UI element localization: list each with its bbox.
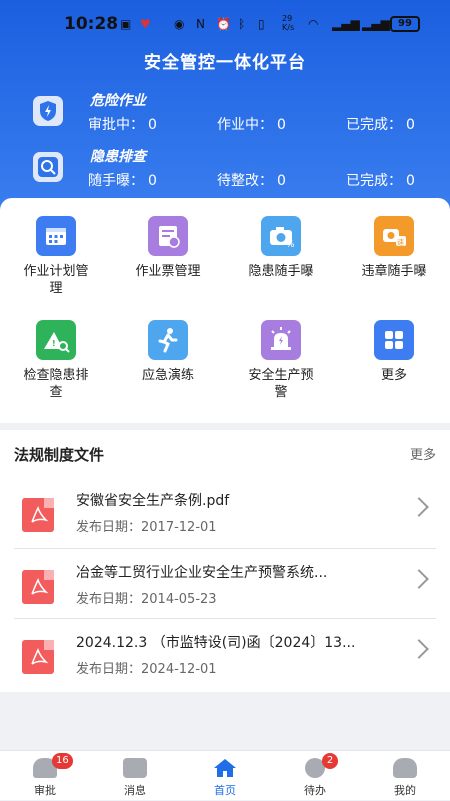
grid-item-violation-report[interactable]: 速 违章随手曝 bbox=[338, 216, 450, 280]
grid-item-hazard-inspection[interactable]: ! 检查隐患排查 bbox=[0, 320, 112, 401]
signal-icon-1: ▂▄▆ bbox=[332, 17, 360, 31]
grid-label: 检查隐患排查 bbox=[23, 368, 89, 400]
calendar-icon bbox=[36, 216, 76, 256]
pdf-icon bbox=[22, 640, 54, 674]
svg-text:!: ! bbox=[52, 339, 56, 348]
tab-profile[interactable]: 我的 bbox=[360, 751, 450, 801]
tab-label: 消息 bbox=[124, 784, 146, 797]
tab-messages[interactable]: 消息 bbox=[90, 751, 180, 801]
grid-item-hazard-report[interactable]: % 隐患随手曝 bbox=[225, 216, 337, 280]
grid-label: 应急演练 bbox=[141, 368, 194, 383]
signal-icon-2: ▂▄▆ bbox=[362, 17, 390, 31]
alarm-icon: ⏰ bbox=[216, 17, 231, 31]
profile-icon bbox=[393, 758, 417, 778]
status-time: 10:28 bbox=[64, 14, 119, 34]
stat-reported[interactable]: 随手曝： 0 bbox=[88, 170, 157, 190]
section-dangerous-work[interactable]: 危险作业 审批中： 0 作业中： 0 已完成： 0 bbox=[0, 90, 450, 140]
tab-approval[interactable]: 审批 16 bbox=[0, 751, 90, 801]
doc-name: 安徽省安全生产条例.pdf bbox=[76, 493, 230, 509]
search-icon bbox=[33, 152, 63, 182]
doc-item[interactable]: 2024.12.3 （市监特设(司)函〔2024〕13... 发布日期：2024… bbox=[0, 620, 450, 690]
vibrate-icon: ▯ bbox=[258, 17, 265, 31]
grid-label: 违章随手曝 bbox=[361, 264, 427, 279]
doc-date: 发布日期：2024-12-01 bbox=[76, 662, 217, 677]
divider bbox=[14, 618, 436, 619]
doc-date: 发布日期：2017-12-01 bbox=[76, 520, 217, 535]
stat-approving[interactable]: 审批中： 0 bbox=[88, 114, 157, 134]
doc-name: 2024.12.3 （市监特设(司)函〔2024〕13... bbox=[76, 635, 356, 651]
doc-item[interactable]: 冶金等工贸行业企业安全生产预警系统... 发布日期：2014-05-23 bbox=[0, 550, 450, 620]
pdf-icon bbox=[22, 570, 54, 604]
more-link[interactable]: 更多 bbox=[410, 444, 436, 463]
chevron-right-icon bbox=[409, 497, 429, 517]
stat-completed[interactable]: 已完成： 0 bbox=[346, 170, 415, 190]
tab-home[interactable]: 首页 bbox=[180, 751, 270, 801]
grid-label: 作业票管理 bbox=[135, 264, 201, 279]
nfc-icon: N bbox=[196, 17, 205, 31]
function-grid-card: 作业计划管理 作业票管理 % 隐患随手曝 速 违章随手曝 ! 检查隐患排查 应急… bbox=[0, 198, 450, 423]
divider bbox=[14, 548, 436, 549]
app-title: 安全管控一体化平台 bbox=[144, 53, 306, 73]
grid-item-safety-warning[interactable]: 安全生产预警 bbox=[225, 320, 337, 401]
doc-name: 冶金等工贸行业企业安全生产预警系统... bbox=[76, 565, 328, 581]
svg-text:%: % bbox=[286, 240, 295, 250]
grid-label: 更多 bbox=[380, 368, 407, 383]
alarm-light-icon bbox=[261, 320, 301, 360]
stat-working[interactable]: 作业中： 0 bbox=[217, 114, 286, 134]
mountain-search-icon: ! bbox=[36, 320, 76, 360]
grid-label: 作业计划管理 bbox=[23, 264, 89, 296]
chevron-right-icon bbox=[409, 569, 429, 589]
ticket-icon bbox=[148, 216, 188, 256]
bluetooth-icon: ᛒ bbox=[238, 17, 246, 31]
section-label: 危险作业 bbox=[90, 93, 146, 109]
pdf-icon bbox=[22, 498, 54, 532]
tab-label: 审批 bbox=[34, 784, 56, 797]
section-title: 法规制度文件 bbox=[14, 446, 105, 464]
shield-bolt-icon bbox=[33, 96, 63, 126]
tab-label: 待办 bbox=[304, 784, 326, 797]
home-icon bbox=[213, 758, 237, 778]
section-label: 隐患排查 bbox=[90, 149, 146, 165]
app-notification-icon: ▣ bbox=[120, 17, 132, 31]
section-hazard-check[interactable]: 隐患排查 随手曝： 0 待整改： 0 已完成： 0 bbox=[0, 146, 450, 196]
app-notification-icon-2: ♥ bbox=[140, 17, 151, 31]
grid-item-work-plan[interactable]: 作业计划管理 bbox=[0, 216, 112, 297]
svg-text:速: 速 bbox=[397, 239, 404, 247]
grid-icon bbox=[374, 320, 414, 360]
battery-icon: 99 bbox=[390, 16, 420, 32]
message-icon bbox=[123, 758, 147, 778]
status-bar: 10:28 ▣ ♥ ◉ N ⏰ ᛒ ▯ 29 K/s ◠ ▂▄▆ ▂▄▆ 99 bbox=[0, 10, 450, 38]
camera-speed-icon: 速 bbox=[374, 216, 414, 256]
grid-label: 隐患随手曝 bbox=[248, 264, 314, 279]
regulations-section: 法规制度文件 更多 安徽省安全生产条例.pdf 发布日期：2017-12-01 … bbox=[0, 430, 450, 692]
running-icon bbox=[148, 320, 188, 360]
badge-count: 2 bbox=[322, 753, 338, 769]
stat-completed[interactable]: 已完成： 0 bbox=[346, 114, 415, 134]
tab-label: 我的 bbox=[394, 784, 416, 797]
bottom-tab-bar: 审批 16 消息 首页 待办 2 我的 bbox=[0, 750, 450, 800]
chevron-right-icon bbox=[409, 639, 429, 659]
camera-icon: % bbox=[261, 216, 301, 256]
eye-icon: ◉ bbox=[174, 17, 185, 31]
grid-item-emergency-drill[interactable]: 应急演练 bbox=[112, 320, 224, 384]
net-speed: 29 K/s bbox=[282, 14, 295, 32]
grid-item-more[interactable]: 更多 bbox=[338, 320, 450, 384]
wifi-icon: ◠ bbox=[308, 17, 319, 31]
tab-label: 首页 bbox=[214, 784, 236, 797]
badge-count: 16 bbox=[52, 753, 73, 769]
stat-to-rectify[interactable]: 待整改： 0 bbox=[217, 170, 286, 190]
grid-label: 安全生产预警 bbox=[248, 368, 314, 400]
doc-date: 发布日期：2014-05-23 bbox=[76, 592, 217, 607]
doc-item[interactable]: 安徽省安全生产条例.pdf 发布日期：2017-12-01 bbox=[0, 478, 450, 548]
tab-todo[interactable]: 待办 2 bbox=[270, 751, 360, 801]
grid-item-work-ticket[interactable]: 作业票管理 bbox=[112, 216, 224, 280]
header-banner: 10:28 ▣ ♥ ◉ N ⏰ ᛒ ▯ 29 K/s ◠ ▂▄▆ ▂▄▆ 99 … bbox=[0, 0, 450, 225]
